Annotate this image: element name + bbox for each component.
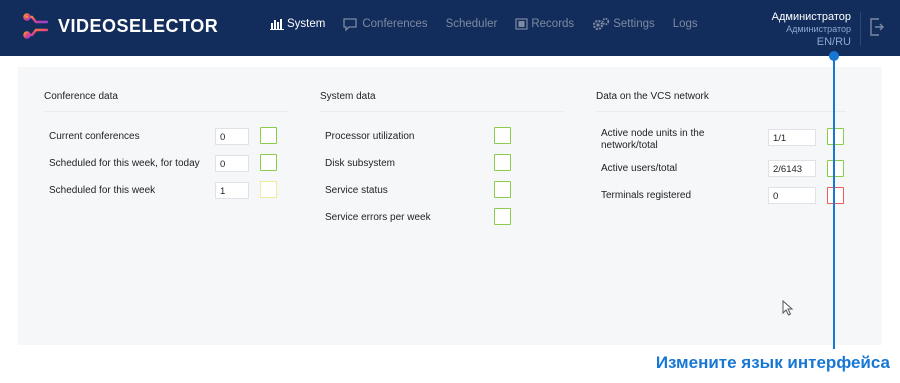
top-bar: VIDEOSELECTOR System Conferences Schedul…	[0, 0, 900, 56]
metric-value: 1	[215, 182, 249, 199]
metric-label-line2: network/total	[601, 140, 658, 151]
status-indicator	[494, 154, 511, 171]
nav-logs[interactable]: Logs	[673, 18, 698, 30]
status-indicator	[827, 128, 844, 145]
app-name: VIDEOSELECTOR	[58, 15, 219, 36]
metric-label: Processor utilization	[325, 131, 415, 142]
nav-records[interactable]: Records	[515, 18, 574, 30]
vcs-network-section: Data on the VCS network Active node unit…	[596, 91, 846, 212]
section-title: Data on the VCS network	[596, 91, 846, 112]
metric-label: Scheduled for this week, for today	[49, 158, 200, 169]
status-indicator	[260, 127, 277, 144]
nav-scheduler[interactable]: Scheduler	[446, 18, 498, 30]
gears-icon	[593, 17, 610, 31]
metric-label-line1: Active node units in the	[601, 128, 705, 139]
metric-label: Service errors per week	[325, 212, 431, 223]
user-name[interactable]: Администратор	[772, 11, 851, 24]
metric-row: Service errors per week	[320, 204, 564, 231]
callout-text: Измените язык интерфейса	[655, 353, 890, 372]
status-indicator	[494, 181, 511, 198]
status-indicator	[494, 208, 511, 225]
film-icon	[515, 18, 528, 30]
bar-chart-icon	[270, 19, 284, 30]
metric-row: Active users/total 2/6143	[596, 158, 846, 185]
metric-label: Terminals registered	[601, 190, 692, 201]
metric-row: Scheduled for this week 1	[44, 177, 288, 204]
nav-label-logs: Logs	[672, 18, 698, 30]
section-title: Conference data	[44, 91, 288, 112]
metric-row: Active node units in the network/total 1…	[596, 126, 846, 158]
metric-row: Terminals registered 0	[596, 185, 846, 212]
metric-value: 0	[215, 128, 249, 145]
metric-value: 1/1	[768, 129, 816, 146]
user-info: Администратор Администратор EN/RU	[772, 11, 851, 49]
metric-row: Scheduled for this week, for today 0	[44, 150, 288, 177]
metric-value: 0	[215, 155, 249, 172]
metric-row: Current conferences 0	[44, 123, 288, 150]
metric-label: Disk subsystem	[325, 158, 396, 169]
metric-label: Current conferences	[49, 131, 140, 142]
status-indicator	[827, 160, 844, 177]
conference-data-section: Conference data Current conferences 0 Sc…	[44, 91, 288, 204]
main-nav: System Conferences Scheduler Records Set	[270, 17, 716, 31]
dashboard-panel: Conference data Current conferences 0 Sc…	[18, 67, 882, 345]
nav-label-conferences: Conferences	[362, 18, 428, 30]
nav-system[interactable]: System	[270, 18, 325, 30]
metric-row: Disk subsystem	[320, 150, 564, 177]
nav-settings[interactable]: Settings	[592, 17, 655, 31]
status-indicator	[260, 181, 277, 198]
logout-icon	[870, 18, 884, 36]
callout-line	[833, 57, 835, 349]
logo-icon	[23, 13, 49, 39]
nav-label-records: Records	[531, 18, 575, 30]
chat-bubble-icon	[343, 17, 357, 31]
status-indicator	[494, 127, 511, 144]
nav-label-system: System	[287, 18, 326, 30]
nav-label-settings: Settings	[613, 18, 655, 30]
metric-label: Scheduled for this week	[49, 185, 156, 196]
app-logo[interactable]: VIDEOSELECTOR	[22, 11, 218, 41]
metric-value: 0	[768, 187, 816, 204]
status-indicator	[827, 187, 844, 204]
language-switch[interactable]: EN/RU	[772, 36, 851, 49]
user-role: Администратор	[786, 24, 851, 34]
header-divider	[860, 12, 861, 46]
nav-label-scheduler: Scheduler	[445, 18, 498, 30]
metric-row: Processor utilization	[320, 123, 564, 150]
nav-conferences[interactable]: Conferences	[343, 17, 428, 31]
system-data-section: System data Processor utilization Disk s…	[320, 91, 564, 231]
status-indicator	[260, 154, 277, 171]
metric-row: Service status	[320, 177, 564, 204]
mouse-cursor-icon	[782, 300, 794, 316]
metric-label: Service status	[325, 185, 388, 196]
metric-label: Active node units in the network/total	[601, 128, 704, 152]
logout-button[interactable]	[870, 18, 884, 41]
metric-label: Active users/total	[601, 163, 678, 174]
metric-value: 2/6143	[768, 160, 816, 177]
section-title: System data	[320, 91, 564, 112]
